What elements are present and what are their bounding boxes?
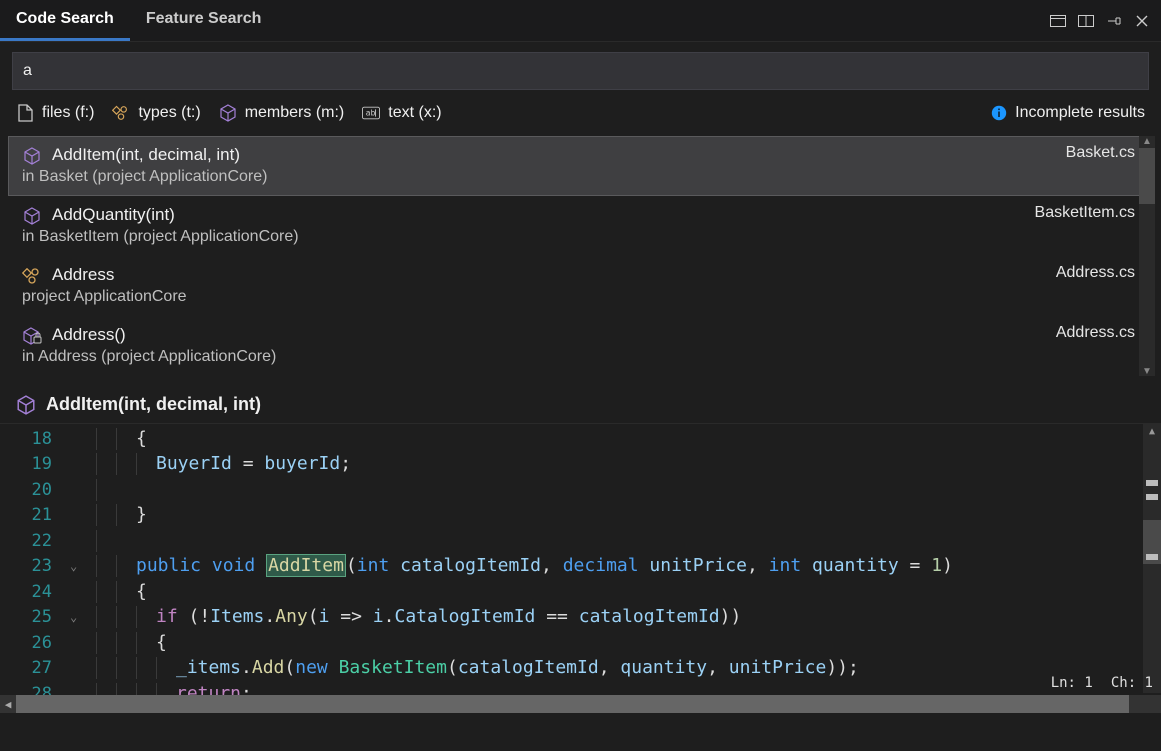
filter-files-label: files (f:) — [42, 104, 94, 122]
code-content: if (!Items.Any(i => i.CatalogItemId == c… — [96, 606, 741, 628]
fold-gutter[interactable]: ⌄ — [70, 559, 96, 573]
code-content — [96, 530, 116, 552]
filter-text[interactable]: ab text (x:) — [362, 104, 441, 122]
code-content: { — [96, 428, 147, 450]
result-title: AddQuantity(int) — [52, 204, 1005, 226]
result-file: Basket.cs — [1046, 144, 1135, 162]
result-file: Address.cs — [1036, 324, 1135, 342]
search-box[interactable] — [12, 52, 1149, 90]
code-content: { — [96, 581, 147, 603]
result-file: BasketItem.cs — [1015, 204, 1135, 222]
result-subtitle: in Address (project ApplicationCore) — [22, 346, 1026, 368]
results-scroll-thumb[interactable] — [1139, 148, 1155, 204]
line-number: 22 — [0, 531, 70, 551]
line-number: 19 — [0, 454, 70, 474]
title-bar: Code Search Feature Search — [0, 0, 1161, 42]
result-icon — [22, 206, 42, 226]
filter-files[interactable]: files (f:) — [16, 104, 94, 122]
code-line[interactable]: 25⌄if (!Items.Any(i => i.CatalogItemId =… — [0, 605, 1161, 631]
svg-text:ab: ab — [366, 108, 376, 118]
line-number: 25 — [0, 607, 70, 627]
result-subtitle: project ApplicationCore — [22, 286, 1026, 308]
file-icon — [16, 104, 34, 122]
filter-types-label: types (t:) — [138, 104, 200, 122]
code-content: } — [96, 504, 147, 526]
result-icon — [22, 266, 42, 286]
result-item[interactable]: AddQuantity(int)in BasketItem (project A… — [8, 196, 1149, 256]
filter-members-label: members (m:) — [245, 104, 345, 122]
result-title: AddItem(int, decimal, int) — [52, 144, 1036, 166]
incomplete-results: Incomplete results — [991, 104, 1145, 122]
tab-feature-search[interactable]: Feature Search — [130, 0, 278, 41]
result-subtitle: in Basket (project ApplicationCore) — [22, 166, 1036, 188]
window-buttons — [1039, 0, 1161, 41]
search-input[interactable] — [23, 62, 1138, 80]
split-window-icon[interactable] — [1077, 12, 1095, 30]
code-content: { — [96, 632, 167, 654]
code-content: public void AddItem(int catalogItemId, d… — [96, 555, 953, 577]
code-line[interactable]: 18 { — [0, 426, 1161, 452]
fold-gutter[interactable]: ⌄ — [70, 610, 96, 624]
code-line[interactable]: 19 BuyerId = buyerId; — [0, 452, 1161, 478]
scroll-down-icon[interactable]: ▼ — [1139, 364, 1155, 378]
line-number: 18 — [0, 429, 70, 449]
code-marker — [1146, 480, 1158, 486]
incomplete-results-label: Incomplete results — [1015, 104, 1145, 122]
code-line[interactable]: 21} — [0, 503, 1161, 529]
filter-types[interactable]: types (t:) — [112, 104, 200, 122]
result-item[interactable]: Address()in Address (project Application… — [8, 316, 1149, 376]
status-line: Ln: 1 — [1051, 675, 1093, 691]
filter-bar: files (f:) types (t:) members (m:) ab te… — [0, 96, 1161, 130]
scroll-up-icon[interactable]: ▲ — [1139, 134, 1155, 148]
code-line[interactable]: 23⌄public void AddItem(int catalogItemId… — [0, 554, 1161, 580]
line-number: 23 — [0, 556, 70, 576]
line-number: 26 — [0, 633, 70, 653]
code-marker — [1146, 554, 1158, 560]
line-number: 21 — [0, 505, 70, 525]
code-content: BuyerId = buyerId; — [96, 453, 351, 475]
result-subtitle: in BasketItem (project ApplicationCore) — [22, 226, 1005, 248]
code-line[interactable]: 26 { — [0, 630, 1161, 656]
result-item[interactable]: Addressproject ApplicationCore Address.cs — [8, 256, 1149, 316]
preview-header: AddItem(int, decimal, int) — [0, 376, 1161, 423]
code-preview[interactable]: 18{19BuyerId = buyerId;2021}2223⌄public … — [0, 423, 1161, 713]
types-icon — [112, 104, 130, 122]
preview-title: AddItem(int, decimal, int) — [46, 394, 261, 415]
line-number: 24 — [0, 582, 70, 602]
line-number: 20 — [0, 480, 70, 500]
code-content — [96, 479, 116, 501]
members-icon — [219, 104, 237, 122]
info-icon — [991, 105, 1007, 121]
code-line[interactable]: 27 _items.Add(new BasketItem(catalogItemI… — [0, 656, 1161, 682]
tab-code-search[interactable]: Code Search — [0, 0, 130, 41]
results-list: ▲ ▼ AddItem(int, decimal, int)in Basket … — [8, 136, 1149, 376]
code-line[interactable]: 24 { — [0, 579, 1161, 605]
code-scroll-left-icon[interactable]: ◀ — [0, 695, 16, 713]
result-file: Address.cs — [1036, 264, 1135, 282]
result-item[interactable]: AddItem(int, decimal, int)in Basket (pro… — [8, 136, 1149, 196]
code-marker — [1146, 494, 1158, 500]
code-line[interactable]: 22 — [0, 528, 1161, 554]
result-icon — [22, 326, 42, 346]
status-bar: Ln: 1 Ch: 1 — [1051, 675, 1153, 691]
code-content: _items.Add(new BasketItem(catalogItemId,… — [96, 657, 859, 679]
dock-window-icon[interactable] — [1049, 12, 1067, 30]
code-hscroll-thumb[interactable] — [16, 695, 1129, 713]
text-icon: ab — [362, 104, 380, 122]
status-char: Ch: 1 — [1111, 675, 1153, 691]
close-icon[interactable] — [1133, 12, 1151, 30]
code-line[interactable]: 20 — [0, 477, 1161, 503]
filter-text-label: text (x:) — [388, 104, 441, 122]
pin-icon[interactable] — [1105, 12, 1123, 30]
filter-members[interactable]: members (m:) — [219, 104, 345, 122]
result-title: Address() — [52, 324, 1026, 346]
method-icon — [16, 395, 36, 415]
code-hscroll-track[interactable]: ◀ ▶ — [0, 695, 1161, 713]
code-scroll-up-icon[interactable]: ▲ — [1143, 424, 1161, 438]
result-title: Address — [52, 264, 1026, 286]
line-number: 27 — [0, 658, 70, 678]
result-icon — [22, 146, 42, 166]
